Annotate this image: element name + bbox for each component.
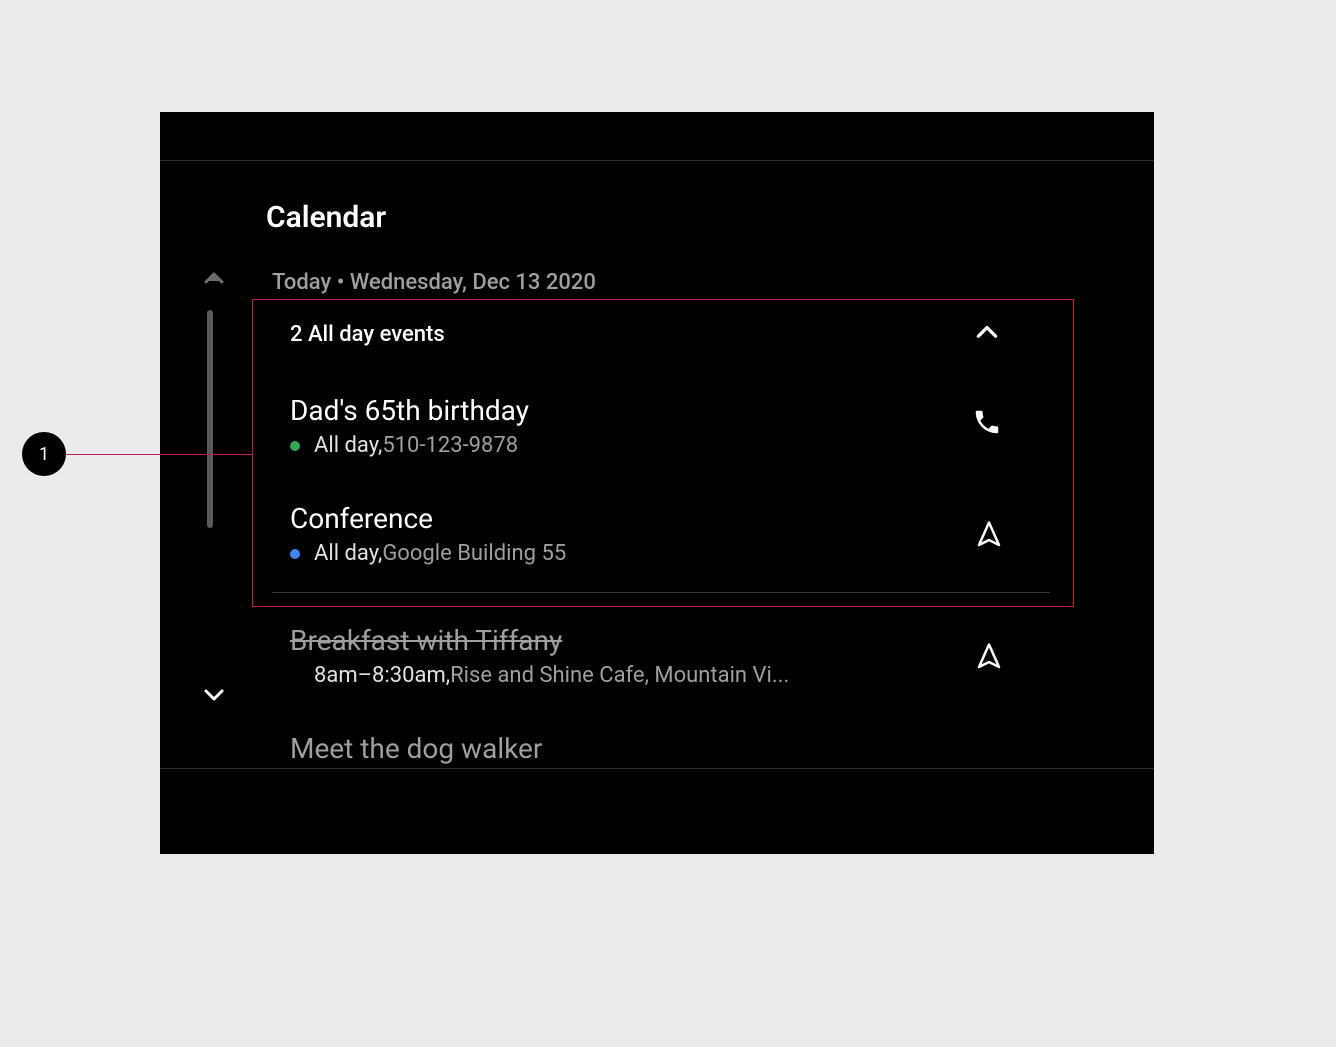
device-frame: Calendar Today • Wednesday, Dec 13 2020 …: [160, 112, 1154, 854]
event-item[interactable]: Breakfast with Tiffany 8am–8:30am, Rise …: [290, 624, 789, 688]
date-line: Today • Wednesday, Dec 13 2020: [272, 270, 596, 295]
navigate-action-button[interactable]: [974, 520, 1004, 550]
annotation-badge: 1: [22, 432, 66, 476]
event-color-dot: [290, 549, 300, 559]
navigate-icon: [974, 642, 1004, 672]
event-color-dot: [290, 441, 300, 451]
event-item[interactable]: Meet the dog walker: [290, 732, 542, 771]
event-detail: Google Building 55: [382, 541, 566, 566]
event-time: All day,: [314, 541, 382, 566]
scroll-down-button[interactable]: [202, 682, 226, 706]
navigate-action-button[interactable]: [974, 642, 1004, 672]
app-title: Calendar: [266, 200, 386, 235]
phone-icon: [972, 407, 1002, 437]
event-title: Meet the dog walker: [290, 732, 542, 765]
navigate-icon: [974, 520, 1004, 550]
event-meta: 8am–8:30am, Rise and Shine Cafe, Mountai…: [290, 663, 789, 688]
event-time: 8am–8:30am,: [314, 663, 450, 688]
event-color-dot: [290, 671, 300, 681]
all-day-section-header[interactable]: 2 All day events: [290, 322, 445, 347]
event-meta: All day, 510-123-9878: [290, 433, 529, 458]
collapse-button[interactable]: [974, 320, 1000, 346]
scrollbar-thumb[interactable]: [207, 310, 213, 528]
event-detail: 510-123-9878: [382, 433, 518, 458]
chevron-down-icon: [202, 682, 226, 706]
event-time: All day,: [314, 433, 382, 458]
event-meta: All day, Google Building 55: [290, 541, 566, 566]
annotation-number: 1: [39, 444, 49, 465]
event-title: Dad's 65th birthday: [290, 394, 529, 427]
phone-action-button[interactable]: [972, 407, 1002, 437]
section-divider: [272, 592, 1050, 593]
event-title: Conference: [290, 502, 566, 535]
event-item[interactable]: Dad's 65th birthday All day, 510-123-987…: [290, 394, 529, 458]
bottom-divider: [160, 768, 1154, 769]
annotation-line: [66, 454, 252, 455]
event-item[interactable]: Conference All day, Google Building 55: [290, 502, 566, 566]
event-title: Breakfast with Tiffany: [290, 624, 789, 657]
chevron-up-icon: [202, 267, 226, 291]
section-header-text: 2 All day events: [290, 322, 445, 347]
scroll-up-button[interactable]: [202, 267, 226, 291]
event-detail: Rise and Shine Cafe, Mountain Vi...: [450, 663, 789, 688]
chevron-up-icon: [974, 320, 1000, 346]
top-divider: [160, 160, 1154, 161]
